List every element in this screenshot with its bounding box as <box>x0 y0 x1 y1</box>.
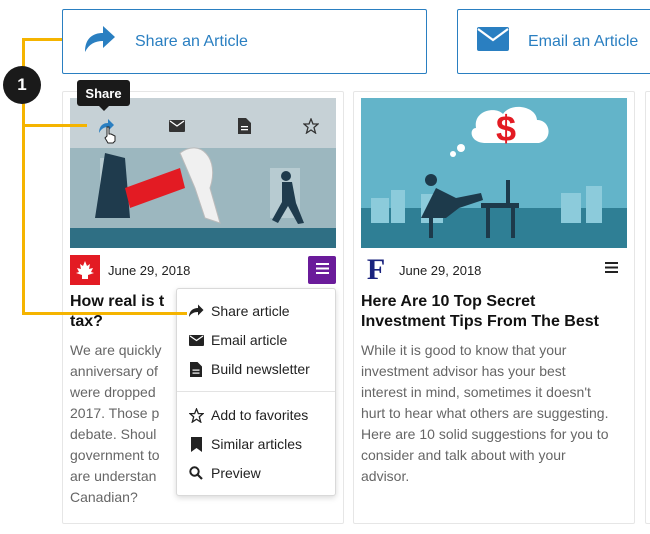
f-logo: F <box>361 253 391 286</box>
excerpt-line: are understan <box>70 468 157 484</box>
menu-item-build-newsletter[interactable]: Build newsletter <box>177 356 335 382</box>
article-menu-button[interactable] <box>308 256 336 284</box>
menu-item-preview[interactable]: Preview <box>177 460 335 486</box>
article-thumbnail[interactable]: $ <box>361 98 627 248</box>
excerpt-line: While it is good to know that your <box>361 342 567 358</box>
callout-line <box>22 38 62 41</box>
excerpt-line: anniversary of <box>70 363 158 379</box>
share-article-label: Share an Article <box>135 32 248 50</box>
share-article-button[interactable]: Share an Article <box>62 9 427 74</box>
callout-line <box>22 312 187 315</box>
article-title-line: Investment Tips From The Best <box>361 313 599 330</box>
article-date: June 29, 2018 <box>399 262 482 278</box>
callout-badge: 1 <box>3 66 41 104</box>
menu-item-share-article[interactable]: Share article <box>177 298 335 324</box>
star-icon <box>188 407 204 423</box>
menu-item-label: Add to favorites <box>211 407 309 423</box>
menu-item-label: Share article <box>211 303 290 319</box>
article-meta: June 29, 2018 <box>70 255 336 285</box>
hamburger-icon <box>315 261 329 279</box>
maple-leaf-logo <box>70 255 100 285</box>
excerpt-line: were dropped <box>70 384 156 400</box>
envelope-icon <box>188 332 204 348</box>
menu-item-label: Email article <box>211 332 288 348</box>
hamburger-icon <box>604 260 618 278</box>
menu-item-label: Preview <box>211 465 261 481</box>
article-title-line: Here Are 10 Top Secret <box>361 293 536 310</box>
menu-item-email-article[interactable]: Email article <box>177 327 335 353</box>
share-icon <box>188 303 204 319</box>
excerpt-line: 2017. Those p <box>70 405 160 421</box>
document-icon[interactable] <box>234 116 254 136</box>
excerpt-line: advisor. <box>361 468 410 484</box>
excerpt-line: debate. Shoul <box>70 426 157 442</box>
excerpt-line: government to <box>70 447 160 463</box>
envelope-icon[interactable] <box>167 116 187 136</box>
excerpt-line: consider and talk about with your <box>361 447 566 463</box>
excerpt-line: We are quickly <box>70 342 162 358</box>
menu-item-add-to-favorites[interactable]: Add to favorites <box>177 402 335 428</box>
email-article-button[interactable]: Email an Article <box>457 9 650 74</box>
article-excerpt: While it is good to know that your inves… <box>361 340 623 487</box>
search-icon <box>188 465 204 481</box>
article-meta: F June 29, 2018 <box>361 253 627 286</box>
thumbnail-toolbar <box>90 116 330 136</box>
f-logo-letter: F <box>366 253 386 286</box>
menu-divider <box>177 391 335 392</box>
share-icon <box>81 24 117 59</box>
article-thumbnail[interactable] <box>70 98 336 248</box>
share-tooltip: Share <box>77 80 130 111</box>
cursor-hand-icon <box>103 126 117 149</box>
menu-item-label: Build newsletter <box>211 361 310 377</box>
bookmark-icon <box>188 436 204 452</box>
menu-item-label: Similar articles <box>211 436 303 452</box>
excerpt-line: hurt to hear what others are suggesting. <box>361 405 609 421</box>
excerpt-line: Here are 10 solid suggestions for you to <box>361 426 609 442</box>
article-excerpt: We are quickly anniversary of were dropp… <box>70 340 170 508</box>
article-card <box>645 91 650 524</box>
article-date: June 29, 2018 <box>108 262 191 278</box>
email-article-label: Email an Article <box>528 32 639 50</box>
document-icon <box>188 361 204 377</box>
article-card: $ F June 29, 2018 Here Are 10 Top Secret… <box>353 91 635 524</box>
callout-line <box>22 124 87 127</box>
article-actions-dropdown: Share article Email article Build newsle… <box>176 288 336 496</box>
article-title[interactable]: Here Are 10 Top Secret Investment Tips F… <box>361 292 621 332</box>
excerpt-line: Canadian? <box>70 489 138 505</box>
excerpt-line: interest in mind, sometimes it doesn't <box>361 384 591 400</box>
envelope-icon <box>476 26 510 57</box>
menu-item-similar-articles[interactable]: Similar articles <box>177 431 335 457</box>
svg-text:$: $ <box>496 108 516 149</box>
article-menu-button[interactable] <box>603 261 619 277</box>
excerpt-line: investment advisor has your best <box>361 363 566 379</box>
star-icon[interactable] <box>301 116 321 136</box>
